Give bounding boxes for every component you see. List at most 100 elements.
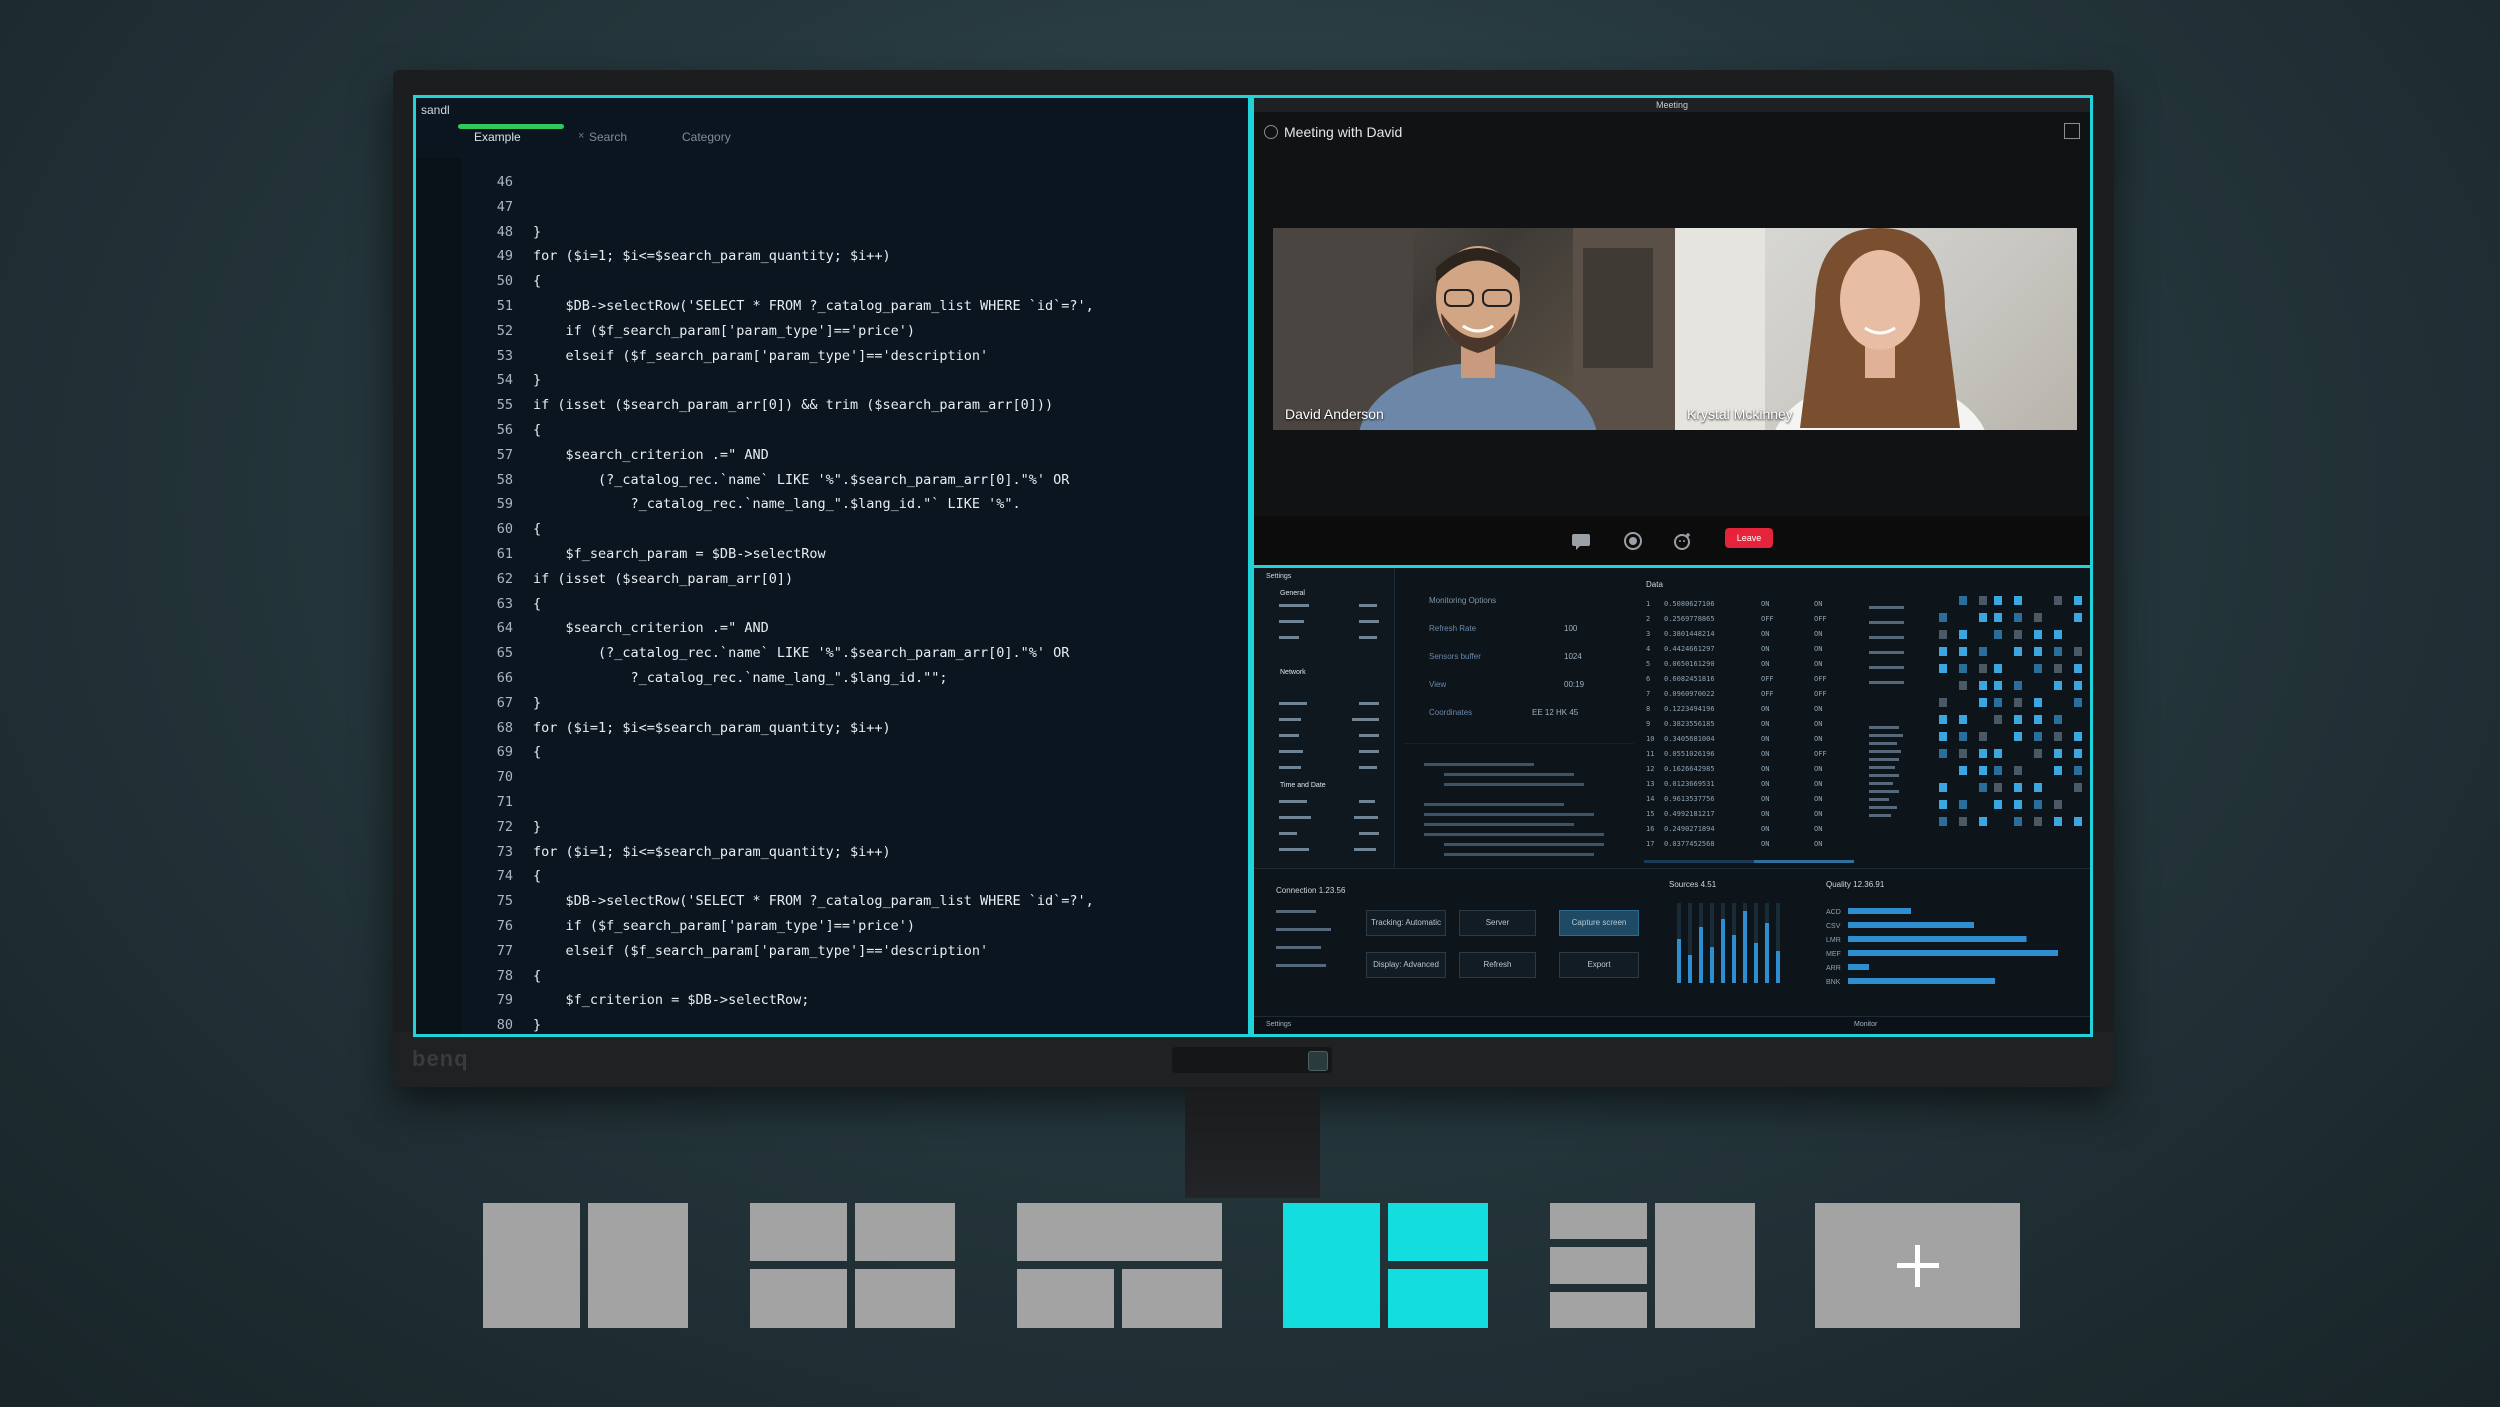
refresh-button[interactable]: Refresh <box>1459 952 1536 978</box>
matrix-cell <box>2034 630 2042 639</box>
data-scrollbar[interactable] <box>1644 858 1854 866</box>
slider-fill <box>1699 927 1703 983</box>
table-row[interactable]: 1 0.5080627106 ON ON <box>1646 598 1846 613</box>
code-line[interactable]: 75 $DB->selectRow('SELECT * FROM ?_catal… <box>461 889 1094 914</box>
line-number: 61 <box>496 545 513 562</box>
data-table: 1 0.5080627106 ON ON 2 0.2569778865 OFF OFF 3 0.3… <box>1646 598 1846 853</box>
table-row[interactable]: 16 0.2490271894 ON ON <box>1646 823 1846 838</box>
matrix-cell <box>2054 596 2062 605</box>
chat-icon[interactable] <box>1570 531 1592 551</box>
code-line[interactable]: 68 for ($i=1; $i<=$search_param_quantity;… <box>461 716 1094 741</box>
video-tile-david[interactable]: David Anderson <box>1273 228 1675 430</box>
general-section[interactable]: General <box>1280 590 1305 597</box>
table-row[interactable]: 4 0.4424661297 ON ON <box>1646 643 1846 658</box>
table-row[interactable]: 7 0.0960970022 OFF OFF <box>1646 688 1846 703</box>
export-button[interactable]: Export <box>1559 952 1639 978</box>
code-line[interactable]: 71 <box>461 790 1094 815</box>
code-lines[interactable]: 46 47 48} 49 for ($i=1; $i<=$search_param_qu… <box>461 170 1094 1034</box>
code-line[interactable]: 77 elseif ($f_search_param['param_type']… <box>461 939 1094 964</box>
table-row[interactable]: 17 0.0377452568 ON ON <box>1646 838 1846 853</box>
server-button[interactable]: Server <box>1459 910 1536 936</box>
code-line[interactable]: 46 <box>461 170 1094 195</box>
code-line[interactable]: 53 elseif ($f_search_param['param_type']… <box>461 344 1094 369</box>
code-line[interactable]: 69 { <box>461 740 1094 765</box>
line-number: 71 <box>496 793 513 810</box>
table-cell: 0.4992181217 <box>1664 810 1715 818</box>
code-line[interactable]: 50 { <box>461 269 1094 294</box>
tab-example[interactable]: Example <box>474 130 521 144</box>
table-row[interactable]: 10 0.3405681004 ON ON <box>1646 733 1846 748</box>
code-line[interactable]: 47 <box>461 195 1094 220</box>
table-row[interactable]: 2 0.2569778865 OFF OFF <box>1646 613 1846 628</box>
code-line[interactable]: 67} <box>461 691 1094 716</box>
code-line[interactable]: 59 ?_catalog_rec.`name_lang_".$lang_id."… <box>461 492 1094 517</box>
tab-search[interactable]: Search <box>589 130 627 144</box>
table-row[interactable]: 8 0.1223494196 ON ON <box>1646 703 1846 718</box>
code-line[interactable]: 62 if (isset ($search_param_arr[0]) <box>461 567 1094 592</box>
code-line[interactable]: 80} <box>461 1013 1094 1034</box>
code-line[interactable]: 64 $search_criterion .=" AND <box>461 616 1094 641</box>
layout-three-rows-left-tall-right[interactable] <box>1550 1203 1755 1328</box>
display-button[interactable]: Display: Advanced <box>1366 952 1446 978</box>
layout-two-columns[interactable] <box>483 1203 688 1328</box>
video-tile-krystal[interactable]: Krystal Mckinney <box>1675 228 2077 430</box>
code-line[interactable]: 79 $f_criterion = $DB->selectRow; <box>461 988 1094 1013</box>
reaction-icon[interactable] <box>1672 531 1694 551</box>
code-line[interactable]: 49 for ($i=1; $i<=$search_param_quantity;… <box>461 244 1094 269</box>
table-row[interactable]: 5 0.0650161290 ON ON <box>1646 658 1846 673</box>
code-line[interactable]: 55 if (isset ($search_param_arr[0]) && tr… <box>461 393 1094 418</box>
expand-icon[interactable] <box>2064 123 2080 139</box>
table-row[interactable]: 15 0.4992181217 ON ON <box>1646 808 1846 823</box>
layout-top-wide-two-bottom[interactable] <box>1017 1203 1222 1328</box>
code-line[interactable]: 72} <box>461 815 1094 840</box>
code-line[interactable]: 51 $DB->selectRow('SELECT * FROM ?_catal… <box>461 294 1094 319</box>
table-cell: 0.9613537756 <box>1664 795 1715 803</box>
code-line[interactable]: 58 (?_catalog_rec.`name` LIKE '%".$searc… <box>461 468 1094 493</box>
code-line[interactable]: 60 { <box>461 517 1094 542</box>
table-row[interactable]: 14 0.9613537756 ON ON <box>1646 793 1846 808</box>
code-editor-pane[interactable]: sandl Example × Search Category 46 47 48} 4… <box>413 95 1251 1037</box>
layout-left-tall-right-split[interactable] <box>1283 1203 1488 1328</box>
dashboard-pane[interactable]: Settings General Network Time and Date M… <box>1251 565 2093 1037</box>
table-row[interactable]: 3 0.3801448214 ON ON <box>1646 628 1846 643</box>
table-row[interactable]: 9 0.3823556185 ON ON <box>1646 718 1846 733</box>
code-line[interactable]: 78 { <box>461 964 1094 989</box>
table-row[interactable]: 12 0.1626642985 ON ON <box>1646 763 1846 778</box>
code-line[interactable]: 70 <box>461 765 1094 790</box>
status-settings[interactable]: Settings <box>1266 1021 1291 1028</box>
code-line[interactable]: 56 { <box>461 418 1094 443</box>
code-line[interactable]: 57 $search_criterion .=" AND <box>461 443 1094 468</box>
code-line[interactable]: 76 if ($f_search_param['param_type']=='p… <box>461 914 1094 939</box>
layout-four-grid[interactable] <box>750 1203 955 1328</box>
table-cell: 15 <box>1646 810 1655 818</box>
code-line[interactable]: 54} <box>461 368 1094 393</box>
code-line[interactable]: 48} <box>461 220 1094 245</box>
table-cell: OFF <box>1814 615 1827 623</box>
code-line[interactable]: 61 $f_search_param = $DB->selectRow <box>461 542 1094 567</box>
refresh-rate-value[interactable]: 100 <box>1564 624 1577 633</box>
sensors-buffer-value[interactable]: 1024 <box>1564 652 1582 661</box>
table-row[interactable]: 13 0.0123669531 ON ON <box>1646 778 1846 793</box>
status-monitor[interactable]: Monitor <box>1854 1021 1877 1028</box>
layout-add-custom[interactable] <box>1815 1203 2020 1328</box>
matrix-cell <box>2074 817 2082 826</box>
code-line[interactable]: 63 { <box>461 592 1094 617</box>
close-icon[interactable]: × <box>578 130 584 142</box>
capture-screen-button[interactable]: Capture screen <box>1559 910 1639 936</box>
view-value[interactable]: 00:19 <box>1564 680 1584 689</box>
meeting-pane[interactable]: Meeting Meeting with David David Anderso… <box>1251 95 2093 568</box>
code-line[interactable]: 65 (?_catalog_rec.`name` LIKE '%".$searc… <box>461 641 1094 666</box>
tab-category[interactable]: Category <box>682 130 731 144</box>
info-icon[interactable] <box>1264 125 1278 139</box>
record-icon[interactable] <box>1622 531 1644 551</box>
code-line[interactable]: 73 for ($i=1; $i<=$search_param_quantity;… <box>461 840 1094 865</box>
leave-button[interactable]: Leave <box>1725 528 1773 548</box>
coordinates-value[interactable]: EE 12 HK 45 <box>1532 708 1578 717</box>
code-line[interactable]: 66 ?_catalog_rec.`name_lang_".$lang_id."… <box>461 666 1094 691</box>
sources-sliders[interactable] <box>1669 898 1799 998</box>
code-line[interactable]: 74 { <box>461 864 1094 889</box>
table-row[interactable]: 11 0.0551026196 ON OFF <box>1646 748 1846 763</box>
tracking-button[interactable]: Tracking: Automatic <box>1366 910 1446 936</box>
table-row[interactable]: 6 0.6082451816 OFF OFF <box>1646 673 1846 688</box>
code-line[interactable]: 52 if ($f_search_param['param_type']=='p… <box>461 319 1094 344</box>
